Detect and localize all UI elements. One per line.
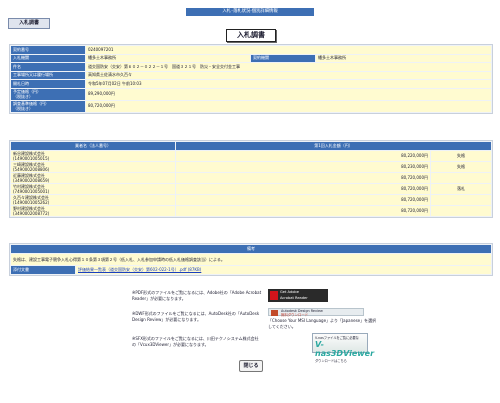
table-row: 野村建設株式会社 (3490002008772) 80,720,000円: [11, 206, 491, 216]
get-acrobat-reader-badge[interactable]: Get Adobe Acrobat Reader: [268, 289, 328, 302]
dwf-note: ※DWF形式のファイルをご覧になるには、AutoDesk社の「AutoDesk …: [132, 311, 260, 322]
remark-cell: 失格: [431, 151, 491, 161]
table-row: 近藤建設株式会社 (3490002008659) 80,720,000円: [11, 173, 491, 183]
table-row: 竹村建設株式会社 (7490001005001) 80,720,000円 落札: [11, 184, 491, 194]
tab-bid-record[interactable]: 入札調書: [8, 18, 50, 29]
remarks-panel: 備考 失格は、建設工事電子競争入札心得第１０条第３項第２号（低入札、入札参加申請…: [9, 243, 493, 276]
amount-cell: 80,220,000円: [176, 151, 430, 161]
attachment-cell: 評価結果一覧表（道交国防安（交安）第602-022-1号）.pdf (87KB): [76, 266, 491, 274]
design-review-badge[interactable]: Autodesk Design Review 無料ダウンロード: [268, 308, 364, 317]
table-row: 久百々建設株式会社 (1490001005262) 80,720,000円: [11, 195, 491, 205]
table-row: 新谷建設株式会社 (1490001005015) 80,220,000円 失格: [11, 151, 491, 161]
attachment-pdf-link[interactable]: 評価結果一覧表（道交国防安（交安）第602-022-1号）.pdf (87KB): [78, 267, 201, 272]
bids-panel: 業者名（法人番号） 第1回入札金額（円） 新谷建設株式会社 (1490001005…: [9, 140, 493, 218]
bids-header-amount: 第1回入札金額（円）: [176, 142, 491, 150]
msi-language-note: 「Choose Your MSI Language」より「Japanese」を選…: [268, 318, 377, 329]
amount-cell: 80,720,000円: [176, 173, 430, 183]
survey-price-value: 80,720,000円: [86, 100, 491, 112]
contract-org-value: 幡多土木事務所: [316, 54, 491, 62]
pdf-note: ※PDF形式のファイルをご覧になるには、Adobe社の「Adobe Acroba…: [132, 290, 262, 301]
v3-badge-title: V-nas3DViewer: [315, 340, 375, 358]
v3-badge-line2: ダウンロードはこちら: [315, 359, 347, 363]
amount-cell: 80,720,000円: [176, 184, 430, 194]
amount-cell: 80,230,000円: [176, 162, 430, 172]
opening-value: 令和5年07月02日 午前10:03: [86, 80, 491, 88]
org-label: 入札機関: [11, 54, 85, 62]
remarks-header: 備考: [11, 245, 491, 253]
contract-no-value: 0240097201: [86, 46, 491, 54]
opening-label: 開札日時: [11, 80, 85, 88]
attachment-label: 添付文書: [11, 266, 75, 274]
company-cell: 新谷建設株式会社 (1490001005015): [11, 151, 175, 161]
location-label: 工事場所又は履行場所: [11, 71, 85, 79]
contract-org-label: 契約機関: [251, 54, 315, 62]
company-cell: 久百々建設株式会社 (1490001005262): [11, 195, 175, 205]
company-cell: 近藤建設株式会社 (3490002008659): [11, 173, 175, 183]
remarks-table: 備考 失格は、建設工事電子競争入札心得第１０条第３項第２号（低入札、入札参加申請…: [10, 244, 492, 275]
survey-price-label: 調査基準価格（円） （税抜き）: [11, 100, 85, 112]
org-value: 幡多土木事務所: [86, 54, 250, 62]
v-nas-3dviewer-badge[interactable]: V-nasファイルをご覧に必要な V-nas3DViewer ダウンロードはこち…: [312, 333, 374, 363]
planned-price-label: 予定価格（円） （税抜き）: [11, 88, 85, 100]
title-label: 件名: [11, 63, 85, 71]
window-title-bar: 入札･落札状況-個別詳細情報: [186, 8, 314, 16]
remark-cell: 落札: [431, 184, 491, 194]
remark-cell: [431, 206, 491, 216]
company-cell: 竹村建設株式会社 (7490001005001): [11, 184, 175, 194]
contract-info-panel: 契約番号 0240097201 入札機関 幡多土木事務所 契約機関 幡多土木事務…: [9, 44, 493, 114]
close-button[interactable]: 閉じる: [239, 360, 263, 372]
location-value: 高知県土佐清水市久百々: [86, 71, 491, 79]
amount-cell: 80,720,000円: [176, 195, 430, 205]
remark-cell: [431, 173, 491, 183]
table-row: 三崎建設株式会社 (5490002008806) 80,230,000円 失格: [11, 162, 491, 172]
page-title: 入札調書: [226, 29, 276, 42]
amount-cell: 80,720,000円: [176, 206, 430, 216]
autodesk-icon: [271, 310, 278, 316]
bids-header-company: 業者名（法人番号）: [11, 142, 175, 150]
contract-no-label: 契約番号: [11, 46, 85, 54]
remark-cell: [431, 195, 491, 205]
acrobat-badge-line2: Acrobat Reader: [280, 296, 308, 300]
sfx-note: ※SFX形式のファイルをご覧になるには、川田テクノシステム株式会社の「Vcux3…: [132, 336, 259, 347]
remark-cell: 失格: [431, 162, 491, 172]
contract-info-table: 契約番号 0240097201 入札機関 幡多土木事務所 契約機関 幡多土木事務…: [10, 45, 492, 113]
remarks-text: 失格は、建設工事電子競争入札心得第１０条第３項第２号（低入札、入札参加申請時の低…: [11, 254, 491, 265]
bids-table: 業者名（法人番号） 第1回入札金額（円） 新谷建設株式会社 (1490001005…: [10, 141, 492, 217]
title-value: 道交国防安（交安）第６０２－０２２－１号 国道３２１号 防災・安全交付金工事: [86, 63, 491, 71]
planned-price-value: 89,290,000円: [86, 88, 491, 100]
company-cell: 野村建設株式会社 (3490002008772): [11, 206, 175, 216]
adobe-pdf-icon: [270, 291, 278, 300]
company-cell: 三崎建設株式会社 (5490002008806): [11, 162, 175, 172]
dr-badge-line2: 無料ダウンロード: [281, 313, 309, 317]
